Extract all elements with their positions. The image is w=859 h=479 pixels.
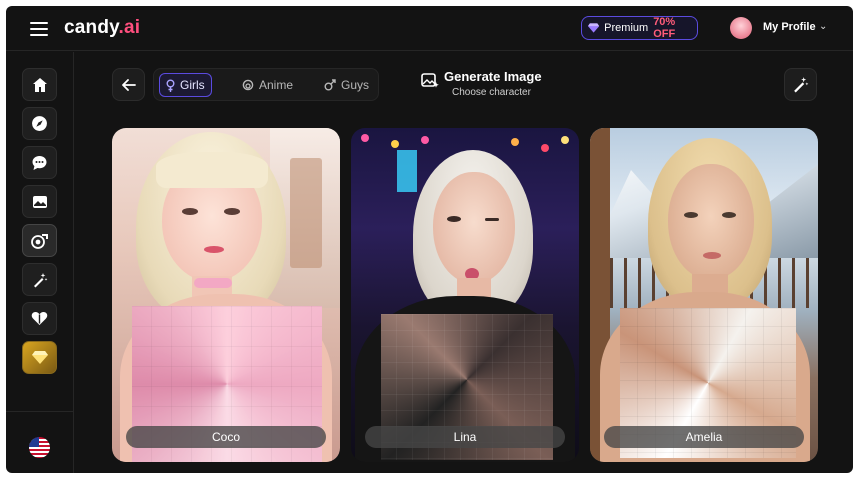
sidebar-item-generate[interactable]	[22, 263, 57, 296]
profile-label[interactable]: My Profile	[763, 21, 816, 33]
female-icon	[166, 79, 175, 92]
generate-title: Generate Image	[444, 69, 542, 84]
app-window: candy.ai Premium 70% OFF My Profile ⌄ Gi…	[6, 6, 853, 473]
logo[interactable]: candy.ai	[64, 17, 140, 39]
tab-anime[interactable]: Anime	[236, 73, 299, 97]
magic-wand-icon	[794, 77, 809, 93]
category-tabs: Girls Anime Guys	[153, 68, 379, 101]
sidebar-item-gallery[interactable]	[22, 185, 57, 218]
magic-wand-icon	[33, 272, 47, 287]
logo-suffix: .ai	[118, 17, 141, 38]
heart-icon	[31, 312, 48, 325]
tab-guys[interactable]: Guys	[318, 73, 375, 97]
sidebar-item-chat[interactable]	[22, 146, 57, 179]
character-card-lina[interactable]: Lina	[351, 128, 579, 462]
top-bar: candy.ai Premium 70% OFF My Profile ⌄	[6, 6, 853, 51]
avatar[interactable]	[730, 17, 752, 39]
sidebar-item-home[interactable]	[22, 68, 57, 101]
logo-main: candy	[64, 17, 119, 38]
character-photo	[351, 128, 579, 462]
premium-button[interactable]: Premium 70% OFF	[581, 16, 698, 40]
tab-label: Guys	[341, 78, 370, 92]
premium-label: Premium	[604, 22, 649, 34]
diamond-icon	[31, 351, 48, 364]
tab-label: Girls	[180, 78, 205, 92]
sidebar-item-premium[interactable]	[22, 341, 57, 374]
home-icon	[32, 77, 47, 92]
character-card-amelia[interactable]: Amelia	[590, 128, 818, 462]
male-icon	[324, 79, 336, 91]
character-photo	[112, 128, 340, 462]
character-icon	[30, 234, 48, 249]
sidebar-item-explore[interactable]	[22, 107, 57, 140]
sidebar-item-favorites[interactable]	[22, 302, 57, 335]
compass-icon	[32, 116, 47, 131]
character-photo	[590, 128, 818, 462]
magic-wand-button[interactable]	[784, 68, 817, 101]
character-name-label: Amelia	[604, 426, 804, 448]
back-button[interactable]	[112, 68, 145, 101]
chevron-down-icon[interactable]: ⌄	[819, 21, 827, 32]
character-name-label: Lina	[365, 426, 565, 448]
anime-icon	[242, 79, 254, 91]
character-name-label: Coco	[126, 426, 326, 448]
generate-image-icon	[421, 73, 439, 88]
chat-icon	[32, 155, 47, 170]
tab-label: Anime	[259, 78, 294, 92]
sidebar	[6, 52, 74, 473]
menu-icon[interactable]	[30, 22, 48, 36]
us-flag-icon[interactable]	[29, 437, 50, 458]
character-card-coco[interactable]: Coco	[112, 128, 340, 462]
tab-girls[interactable]: Girls	[159, 73, 212, 97]
gem-icon	[588, 23, 600, 33]
sidebar-item-character[interactable]	[22, 224, 57, 257]
premium-discount: 70% OFF	[653, 16, 676, 40]
arrow-left-icon	[121, 78, 136, 91]
generate-subtitle: Choose character	[452, 87, 531, 98]
gallery-icon	[32, 195, 47, 208]
sidebar-divider	[6, 411, 74, 412]
